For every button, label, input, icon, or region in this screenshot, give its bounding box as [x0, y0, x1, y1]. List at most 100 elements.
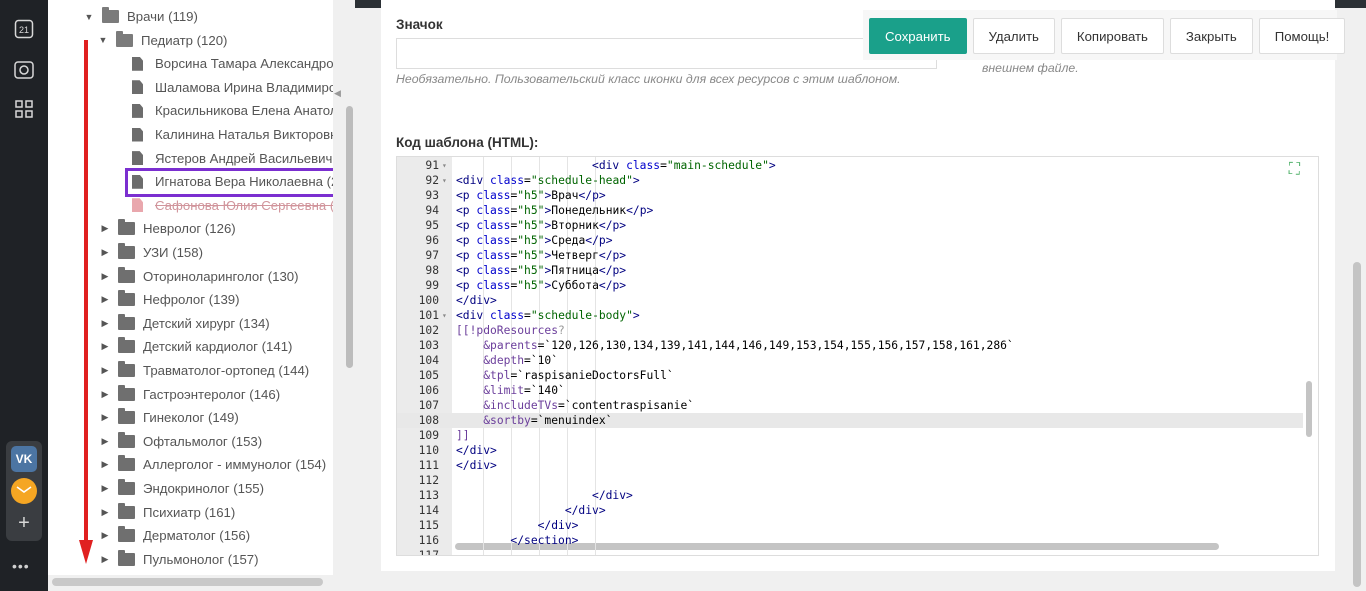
chevron-right-icon[interactable]: ▶ — [98, 389, 112, 400]
chevron-right-icon[interactable]: ▶ — [98, 223, 112, 234]
code-line[interactable]: 115 </div> — [397, 518, 1303, 533]
tree-item-label: Аллерголог - иммунолог (154) — [143, 457, 327, 473]
tree-item[interactable]: ▶ Детский хирург (134) — [98, 312, 270, 335]
chevron-right-icon[interactable]: ▶ — [98, 554, 112, 565]
chevron-down-icon[interactable]: ▼ — [96, 35, 110, 45]
mail-icon[interactable] — [11, 478, 37, 504]
code-line[interactable]: 97 <p class="h5">Четверг</p> — [397, 248, 1303, 263]
code-line[interactable]: 116 </section> — [397, 533, 1303, 548]
folder-icon — [118, 266, 135, 283]
tree-item[interactable]: ▶ Травматолог-ортопед (144) — [98, 359, 309, 382]
code-line[interactable]: 96 <p class="h5">Среда</p> — [397, 233, 1303, 248]
code-editor[interactable]: ⛶ 91 ▾ <div class="main-schedule"> 92 ▾ <div… — [396, 156, 1319, 556]
icon-class-input[interactable] — [396, 38, 937, 69]
calendar-icon[interactable]: 21 — [12, 17, 36, 41]
code-line[interactable]: 93 <p class="h5">Врач</p> — [397, 188, 1303, 203]
tree-item[interactable]: ▶ Аллерголог - иммунолог (154) — [98, 453, 326, 476]
code-line[interactable]: 104 &depth=`10` — [397, 353, 1303, 368]
chevron-right-icon[interactable]: ▶ — [98, 483, 112, 494]
code-line[interactable]: 114 </div> — [397, 503, 1303, 518]
chevron-right-icon[interactable]: ▶ — [98, 365, 112, 376]
code-line[interactable]: 105 &tpl=`raspisanieDoctorsFull` — [397, 368, 1303, 383]
fold-toggle-icon[interactable]: ▾ — [442, 308, 447, 323]
tree-item[interactable]: Сафонова Юлия Сергеевна ( — [128, 194, 333, 217]
fold-toggle-icon[interactable]: ▾ — [442, 158, 447, 173]
code-line[interactable]: 92 ▾ <div class="schedule-head"> — [397, 173, 1303, 188]
vk-icon[interactable]: VK — [11, 446, 37, 472]
chevron-right-icon[interactable]: ▶ — [98, 459, 112, 470]
red-arrow-head — [79, 540, 93, 564]
tree-item[interactable]: ▶ Нефролог (139) — [98, 288, 240, 311]
screenshot-icon[interactable] — [12, 58, 36, 82]
tree-item[interactable]: Калинина Наталья Викторовн — [128, 123, 333, 146]
chevron-right-icon[interactable]: ▶ — [98, 507, 112, 518]
chevron-right-icon[interactable]: ▶ — [98, 318, 112, 329]
code-text: </div> — [592, 489, 633, 502]
tree-item[interactable]: ▶ Психиатр (161) — [98, 501, 235, 524]
code-text: <div class="schedule-body"> — [456, 309, 640, 322]
code-line[interactable]: 110 </div> — [397, 443, 1303, 458]
chevron-right-icon[interactable]: ▶ — [98, 294, 112, 305]
page-vertical-scrollbar[interactable] — [1353, 262, 1361, 587]
code-line[interactable]: 112 — [397, 473, 1303, 488]
apps-grid-icon[interactable] — [12, 97, 36, 121]
calendar-day-label: 21 — [19, 25, 29, 35]
chevron-down-icon[interactable]: ▼ — [82, 12, 96, 22]
chevron-right-icon[interactable]: ▶ — [98, 271, 112, 282]
folder-icon — [118, 219, 135, 236]
fold-toggle-icon[interactable]: ▾ — [442, 173, 447, 188]
tree-vertical-scrollbar[interactable] — [346, 106, 353, 368]
tree-item[interactable]: ▶ Гастроэнтеролог (146) — [98, 383, 280, 406]
copy-button[interactable]: Копировать — [1060, 18, 1164, 54]
tree-item[interactable]: ▶ Пульмонолог (157) — [98, 548, 259, 571]
code-line[interactable]: 103 &parents=`120,126,130,134,139,141,14… — [397, 338, 1303, 353]
collapse-left-icon[interactable]: ◀ — [334, 88, 341, 99]
code-line[interactable]: 108 &sortby=`menuindex` — [397, 413, 1303, 428]
tree-item[interactable]: ▶ Детский кардиолог (141) — [98, 335, 292, 358]
code-line[interactable]: 111 </div> — [397, 458, 1303, 473]
code-line[interactable]: 91 ▾ <div class="main-schedule"> — [397, 158, 1303, 173]
chevron-right-icon[interactable]: ▶ — [98, 436, 112, 447]
tree-item[interactable]: ▼ Педиатр (120) — [96, 29, 227, 52]
code-line[interactable]: 95 <p class="h5">Вторник</p> — [397, 218, 1303, 233]
code-line[interactable]: 102 [[!pdoResources? — [397, 323, 1303, 338]
tree-item[interactable]: ▶ УЗИ (158) — [98, 241, 203, 264]
code-line[interactable]: 98 <p class="h5">Пятница</p> — [397, 263, 1303, 278]
chevron-right-icon[interactable]: ▶ — [98, 412, 112, 423]
code-line[interactable]: 107 &includeTVs=`contentraspisanie` — [397, 398, 1303, 413]
code-line[interactable]: 113 </div> — [397, 488, 1303, 503]
document-icon — [132, 151, 143, 166]
code-line[interactable]: 106 &limit=`140` — [397, 383, 1303, 398]
add-icon[interactable]: + — [11, 510, 37, 536]
chevron-right-icon[interactable]: ▶ — [98, 341, 112, 352]
tree-item[interactable]: Ястеров Андрей Васильевич — [128, 147, 332, 170]
icon-field-label: Значок — [396, 17, 443, 32]
save-button[interactable]: Сохранить — [869, 18, 967, 54]
close-button[interactable]: Закрыть — [1169, 18, 1253, 54]
tree-item[interactable]: Шаламова Ирина Владимиро — [128, 76, 333, 99]
editor-vertical-scrollbar[interactable] — [1306, 381, 1312, 437]
tree-item-label: Ворсина Тамара Александров — [155, 56, 333, 72]
tree-item[interactable]: ▶ Оториноларинголог (130) — [98, 265, 299, 288]
chevron-right-icon[interactable]: ▶ — [98, 247, 112, 258]
code-line[interactable]: 99 <p class="h5">Суббота</p> — [397, 278, 1303, 293]
tree-item[interactable]: Ворсина Тамара Александров — [128, 52, 333, 75]
tree-item[interactable]: ▶ Невролог (126) — [98, 217, 236, 240]
tree-item[interactable]: Красильникова Елена Анатол — [128, 99, 333, 122]
chevron-right-icon[interactable]: ▶ — [98, 530, 112, 541]
code-line[interactable]: 100 </div> — [397, 293, 1303, 308]
code-line[interactable]: 117 — [397, 548, 1303, 555]
tree-item[interactable]: ▶ Эндокринолог (155) — [98, 477, 264, 500]
more-icon[interactable]: ••• — [12, 558, 30, 574]
tree-horizontal-scrollbar[interactable] — [52, 578, 323, 586]
tree-item[interactable]: ▶ Гинеколог (149) — [98, 406, 239, 429]
tree-item[interactable]: ▶ Дерматолог (156) — [98, 524, 250, 547]
code-line[interactable]: 101 ▾ <div class="schedule-body"> — [397, 308, 1303, 323]
delete-button[interactable]: Удалить — [972, 18, 1055, 54]
code-line[interactable]: 94 <p class="h5">Понедельник</p> — [397, 203, 1303, 218]
line-number: 109 — [418, 429, 439, 442]
tree-item[interactable]: ▼ Врачи (119) — [82, 5, 198, 28]
help-button[interactable]: Помощь! — [1258, 18, 1346, 54]
tree-item[interactable]: ▶ Офтальмолог (153) — [98, 430, 262, 453]
code-line[interactable]: 109]] — [397, 428, 1303, 443]
